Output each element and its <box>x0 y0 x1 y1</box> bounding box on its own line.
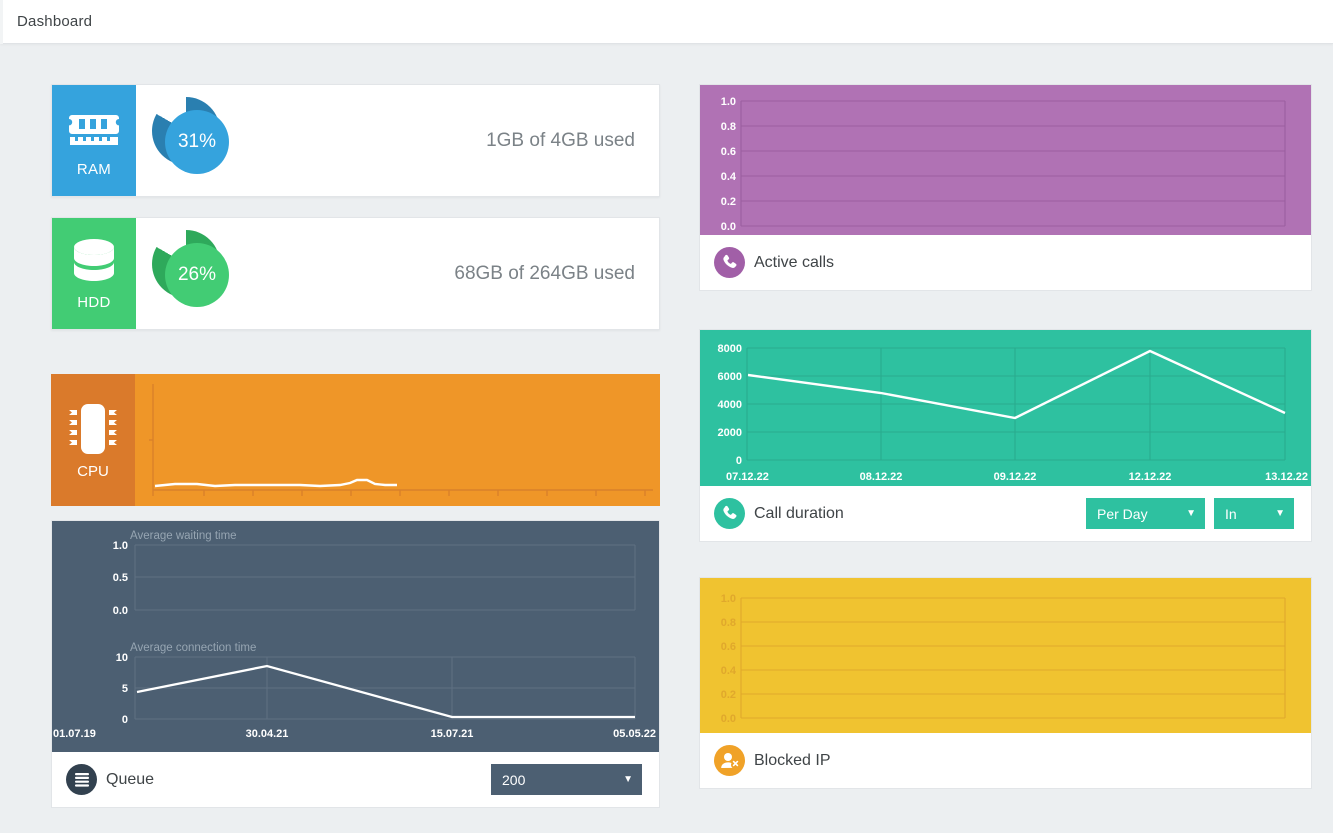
chevron-down-icon: ▼ <box>623 773 633 785</box>
hdd-badge: HDD <box>52 218 136 329</box>
ram-usage-donut: 31% <box>146 95 238 187</box>
svg-text:08.12.22: 08.12.22 <box>860 471 903 483</box>
phone-icon <box>714 247 745 278</box>
ram-percent-bubble: 31% <box>165 109 229 174</box>
svg-text:30.04.21: 30.04.21 <box>246 728 289 740</box>
blocked-ip-chart: 1.0 0.8 0.6 0.4 0.2 0.0 <box>700 578 1311 733</box>
hdd-usage-text: 68GB of 264GB used <box>454 262 635 284</box>
ram-card: RAM 31% 1GB of 4GB used <box>51 84 660 197</box>
chevron-down-icon: ▼ <box>1275 507 1285 519</box>
svg-text:05.05.22: 05.05.22 <box>613 728 656 740</box>
svg-text:07.12.22: 07.12.22 <box>726 471 769 483</box>
database-icon <box>71 236 117 290</box>
ram-badge: RAM <box>52 85 136 196</box>
queue-title: Queue <box>106 770 155 788</box>
left-column: RAM 31% 1GB of 4GB used HDD 26% 68GB of … <box>51 84 660 827</box>
avg-waiting-time-title: Average waiting time <box>130 530 237 542</box>
active-calls-chart: 1.0 0.8 0.6 0.4 0.2 0.0 <box>700 85 1311 235</box>
memory-module-icon <box>69 103 119 157</box>
svg-text:0.8: 0.8 <box>721 121 736 133</box>
dashboard-page: RAM 31% 1GB of 4GB used HDD 26% 68GB of … <box>0 44 1333 827</box>
svg-text:0.2: 0.2 <box>721 196 736 208</box>
hdd-percent-value: 26% <box>177 263 217 285</box>
svg-text:15.07.21: 15.07.21 <box>431 728 474 740</box>
cpu-load-chart <box>135 374 660 506</box>
call-duration-direction-dropdown[interactable]: In ▼ <box>1214 498 1294 529</box>
ram-percent-value: 31% <box>177 130 217 152</box>
queue-card: Average waiting time 1.0 0.5 0.0 Average… <box>51 520 660 808</box>
svg-text:0.0: 0.0 <box>721 221 736 233</box>
svg-text:0: 0 <box>736 455 742 467</box>
svg-text:13.12.22: 13.12.22 <box>1265 471 1308 483</box>
svg-text:1.0: 1.0 <box>113 540 128 552</box>
top-bar: Dashboard <box>0 0 1333 44</box>
svg-text:0.4: 0.4 <box>721 665 737 677</box>
svg-text:0.4: 0.4 <box>721 171 737 183</box>
call-duration-chart: 8000 6000 4000 2000 0 07.12.22 08.12.22 … <box>700 330 1311 486</box>
svg-text:0.2: 0.2 <box>721 689 736 701</box>
queue-list-icon <box>66 764 97 795</box>
hdd-label: HDD <box>77 294 111 311</box>
cpu-chip-icon <box>64 401 122 457</box>
active-calls-title: Active calls <box>754 253 835 271</box>
svg-text:4000: 4000 <box>718 399 742 411</box>
svg-text:8000: 8000 <box>718 343 742 355</box>
svg-text:0: 0 <box>122 714 128 726</box>
hdd-percent-bubble: 26% <box>165 242 229 307</box>
cpu-label: CPU <box>77 462 109 480</box>
call-duration-card: 8000 6000 4000 2000 0 07.12.22 08.12.22 … <box>699 329 1312 542</box>
queue-footer: Queue 200 ▼ <box>52 752 659 807</box>
ram-body: 31% 1GB of 4GB used <box>136 85 659 196</box>
call-duration-direction-value: In <box>1225 505 1237 522</box>
call-duration-footer: Call duration Per Day ▼ In ▼ <box>700 486 1311 541</box>
svg-text:0.5: 0.5 <box>113 572 128 584</box>
svg-text:09.12.22: 09.12.22 <box>994 471 1037 483</box>
hdd-card: HDD 26% 68GB of 264GB used <box>51 217 660 330</box>
svg-text:1.0: 1.0 <box>721 593 736 605</box>
call-duration-period-dropdown[interactable]: Per Day ▼ <box>1086 498 1205 529</box>
active-calls-card: 1.0 0.8 0.6 0.4 0.2 0.0 Active calls <box>699 84 1312 291</box>
ram-usage-text: 1GB of 4GB used <box>486 129 635 151</box>
svg-text:0.8: 0.8 <box>721 617 736 629</box>
svg-text:01.07.19: 01.07.19 <box>53 728 96 740</box>
svg-text:10: 10 <box>116 652 128 664</box>
svg-text:1.0: 1.0 <box>721 96 736 108</box>
svg-text:0.6: 0.6 <box>721 146 736 158</box>
call-duration-period-value: Per Day <box>1097 505 1148 522</box>
chevron-down-icon: ▼ <box>1186 507 1196 519</box>
active-calls-footer: Active calls <box>700 235 1311 290</box>
queue-charts: Average waiting time 1.0 0.5 0.0 Average… <box>52 521 659 752</box>
svg-text:0.6: 0.6 <box>721 641 736 653</box>
svg-text:2000: 2000 <box>718 427 742 439</box>
cpu-card: CPU <box>51 374 660 506</box>
right-column: 1.0 0.8 0.6 0.4 0.2 0.0 Active calls 800… <box>699 84 1312 827</box>
blocked-ip-card: 1.0 0.8 0.6 0.4 0.2 0.0 Blocked IP <box>699 577 1312 789</box>
ram-label: RAM <box>76 161 112 178</box>
call-duration-title: Call duration <box>754 504 844 522</box>
svg-text:12.12.22: 12.12.22 <box>1129 471 1172 483</box>
blocked-ip-title: Blocked IP <box>754 751 831 769</box>
queue-size-value: 200 <box>502 771 526 788</box>
phone-icon <box>714 498 745 529</box>
blocked-ip-footer: Blocked IP <box>700 733 1311 788</box>
hdd-usage-donut: 26% <box>146 228 238 320</box>
page-title: Dashboard <box>17 13 93 30</box>
svg-text:5: 5 <box>122 683 128 695</box>
hdd-body: 26% 68GB of 264GB used <box>136 218 659 329</box>
svg-text:0.0: 0.0 <box>113 605 128 617</box>
user-blocked-icon <box>714 745 745 776</box>
svg-text:6000: 6000 <box>718 371 742 383</box>
svg-text:0.0: 0.0 <box>721 713 736 725</box>
avg-connection-time-title: Average connection time <box>130 642 256 654</box>
cpu-badge: CPU <box>51 374 135 506</box>
queue-size-dropdown[interactable]: 200 ▼ <box>491 764 642 795</box>
window-left-rail <box>0 0 3 44</box>
